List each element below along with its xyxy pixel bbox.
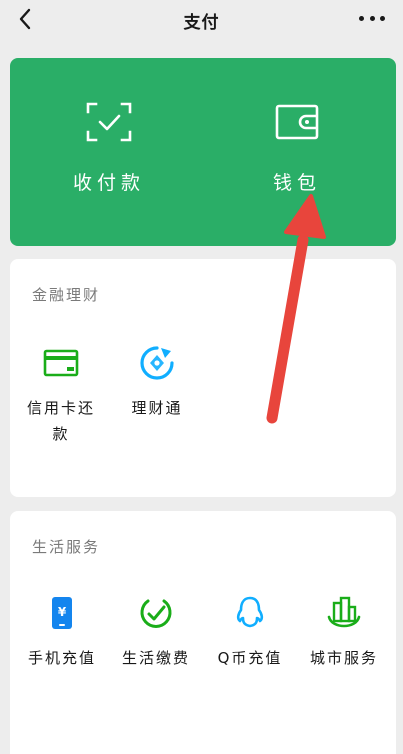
wealth-label: 理财通 — [131, 399, 183, 417]
phone-topup-button[interactable]: ¥ 手机充值 — [17, 595, 107, 671]
city-service-label: 城市服务 — [309, 649, 378, 667]
wallet-label: 钱包 — [272, 172, 321, 194]
credit-card-repay-label: 信用卡还款 — [26, 399, 95, 443]
city-service-button[interactable]: 城市服务 — [299, 595, 389, 671]
receive-pay-label: 收付款 — [72, 172, 145, 194]
payment-page: 支付 收付款 钱包 金融理财 信用卡还款 理财通 生活服务 ¥ 手机充值 生活缴… — [0, 0, 403, 754]
more-dot — [369, 15, 375, 21]
receive-pay-button[interactable]: 收付款 — [24, 102, 194, 202]
back-button[interactable] — [14, 8, 36, 30]
qq-coin-label: Q币充值 — [217, 649, 283, 667]
svg-text:¥: ¥ — [58, 605, 67, 619]
qq-coin-icon — [236, 596, 264, 628]
utility-bill-label: 生活缴费 — [121, 649, 190, 667]
finance-section: 金融理财 信用卡还款 理财通 — [10, 259, 396, 497]
wealth-icon — [140, 346, 174, 380]
life-services-section: 生活服务 ¥ 手机充值 生活缴费 Q币充值 城市服务 — [10, 511, 396, 754]
finance-section-title: 金融理财 — [32, 286, 101, 304]
qq-coin-button[interactable]: Q币充值 — [205, 595, 295, 671]
credit-card-repay-button[interactable]: 信用卡还款 — [16, 345, 106, 447]
phone-topup-label: 手机充值 — [27, 649, 96, 667]
payment-green-card: 收付款 钱包 — [10, 58, 396, 246]
scan-frame-icon — [86, 102, 132, 142]
phone-topup-icon: ¥ — [52, 597, 72, 629]
utility-bill-button[interactable]: 生活缴费 — [111, 595, 201, 671]
page-title: 支付 — [183, 12, 220, 33]
more-button[interactable] — [359, 10, 385, 26]
more-dots-icon — [359, 15, 364, 21]
wallet-button[interactable]: 钱包 — [212, 102, 382, 202]
credit-card-icon — [43, 349, 79, 377]
wallet-icon — [275, 104, 319, 140]
wealth-button[interactable]: 理财通 — [112, 345, 202, 421]
life-section-title: 生活服务 — [32, 538, 101, 556]
utility-bill-icon — [140, 599, 172, 628]
top-nav-bar: 支付 — [0, 0, 403, 40]
more-dot — [380, 15, 385, 21]
chevron-left-icon — [19, 8, 31, 30]
city-service-icon — [327, 596, 361, 628]
